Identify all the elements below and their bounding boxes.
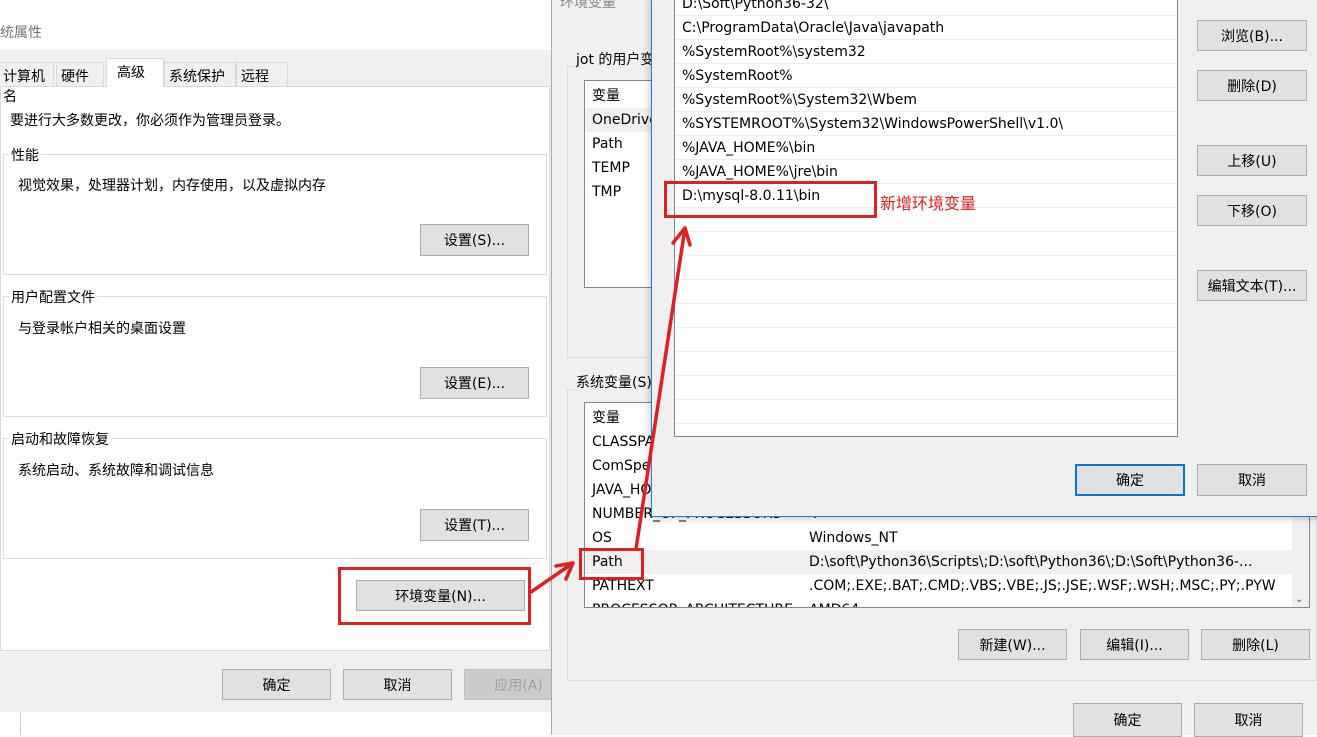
- arrow-icon: [634, 226, 692, 551]
- annotation-arrows: [529, 226, 692, 594]
- arrow-icon: [529, 561, 575, 594]
